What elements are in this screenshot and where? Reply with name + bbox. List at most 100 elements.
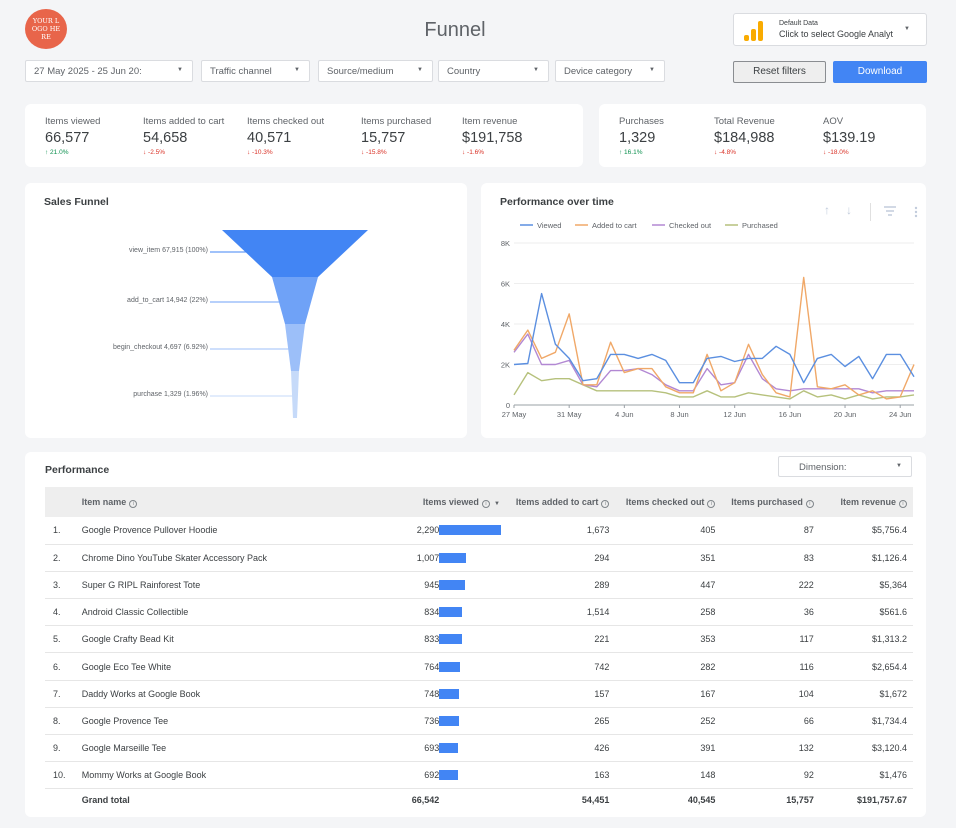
items-viewed-cell: 834 (363, 598, 510, 627)
items-purchased-cell: 116 (721, 652, 820, 681)
column-header-items-checked-out[interactable]: Items checked out i (615, 487, 722, 517)
row-index: 4. (45, 598, 82, 627)
grand-total-revenue: $191,757.67 (856, 795, 907, 806)
dimension-selector[interactable]: Dimension: ▼ (778, 456, 912, 477)
items-viewed-bar (438, 607, 462, 618)
date-range-filter[interactable]: 27 May 2025 - 25 Jun 20: ▼ (25, 60, 193, 82)
info-icon[interactable]: i (899, 499, 907, 508)
items-added-to-cart-cell: 742 (509, 652, 616, 681)
column-header-items-viewed[interactable]: Items viewed i ▼ (363, 487, 510, 517)
kpi-label: Total Revenue (714, 116, 775, 127)
item-revenue-cell: $3,120.4 (819, 734, 913, 763)
y-tick-label: 6K (501, 280, 510, 289)
items-purchased-cell: 66 (721, 707, 820, 736)
funnel-stage-label: begin_checkout 4,697 (6.92%) (113, 344, 208, 351)
items-purchased-cell: 104 (721, 680, 820, 708)
items-viewed-cell: 693 (363, 734, 510, 763)
table-row[interactable]: 1. Google Provence Pullover Hoodie 2,290 1… (45, 517, 913, 545)
funnel-segment[interactable] (285, 324, 305, 371)
device-category-filter[interactable]: Device category ▼ (555, 60, 665, 82)
y-tick-label: 2K (501, 361, 510, 370)
items-purchased-cell: 83 (721, 544, 820, 572)
items-added-to-cart-cell: 1,673 (509, 517, 616, 545)
items-viewed-bar (438, 661, 460, 672)
kpi-label: Items viewed (45, 116, 101, 127)
google-analytics-icon (744, 21, 764, 41)
info-icon[interactable]: i (601, 499, 610, 508)
grand-total-purchased: 15,757 (786, 795, 814, 806)
item-revenue-cell: $1,672 (819, 680, 913, 708)
legend-entry: Added to cart (592, 221, 638, 230)
caret-down-icon: ▼ (417, 67, 423, 73)
table-row[interactable]: 8. Google Provence Tee 736 265 252 66 $1,734.… (45, 707, 913, 736)
table-row[interactable]: 2. Chrome Dino YouTube Skater Accessory P… (45, 544, 913, 572)
funnel-segment[interactable] (291, 371, 299, 418)
device-category-label: Device category (564, 66, 633, 77)
table-row[interactable]: 4. Android Classic Collectible 834 1,514 25… (45, 598, 913, 627)
funnel-stage-label: purchase 1,329 (1.96%) (133, 391, 208, 398)
info-icon[interactable]: i (481, 499, 490, 508)
info-icon[interactable]: i (129, 499, 138, 508)
column-header-item-revenue[interactable]: Item revenue i (819, 487, 913, 517)
data-source-hint: Click to select Google Analyt (779, 29, 894, 39)
items-added-to-cart-cell: 289 (509, 571, 616, 600)
items-added-to-cart-cell: 163 (509, 761, 616, 790)
kpi-value: 15,757 (361, 130, 406, 146)
info-icon[interactable]: i (805, 499, 814, 508)
grand-total-checkout: 40,545 (687, 795, 716, 806)
kpi-change: ↓ -2.5% (143, 149, 166, 156)
grand-total-viewed: 66,542 (411, 795, 440, 806)
items-viewed-value: 692 (424, 770, 440, 781)
legend-entry: Viewed (537, 221, 561, 230)
items-checked-out-cell: 148 (615, 761, 722, 790)
x-tick-label: 27 May (502, 410, 527, 419)
kpi-change: ↑ 21.0% (45, 149, 69, 156)
table-row[interactable]: 6. Google Eco Tee White 764 742 282 116 $2,65… (45, 652, 913, 681)
source-medium-filter[interactable]: Source/medium ▼ (318, 60, 433, 82)
items-viewed-value: 693 (424, 743, 440, 754)
kpi-change: ↓ -15.8% (361, 149, 387, 156)
traffic-channel-label: Traffic channel (210, 66, 272, 77)
country-label: Country (447, 66, 481, 77)
items-viewed-value: 834 (424, 607, 440, 618)
performance-over-time-card: Performance over time ↑ ↓ Viewed Added to… (481, 183, 926, 438)
items-viewed-bar (438, 743, 458, 754)
row-index: 3. (45, 571, 82, 600)
table-row[interactable]: 5. Google Crafty Bead Kit 833 221 353 117 $1,… (45, 625, 913, 654)
series-line-checked-out[interactable] (513, 333, 914, 394)
items-viewed-value: 764 (424, 661, 440, 672)
items-viewed-bar (438, 688, 459, 699)
row-index: 7. (45, 680, 82, 708)
legend-entry: Purchased (742, 221, 778, 230)
column-header-items-added-to-cart[interactable]: Items added to cart i (509, 487, 616, 517)
data-source-selector[interactable]: Default Data Click to select Google Anal… (733, 13, 927, 46)
download-button[interactable]: Download (833, 61, 927, 83)
table-row[interactable]: 9. Google Marseille Tee 693 426 391 132 $3,12… (45, 734, 913, 763)
kpi-value: 54,658 (143, 130, 188, 146)
sort-desc-icon[interactable]: ▼ (494, 501, 500, 507)
caret-down-icon: ▼ (896, 463, 902, 469)
item-revenue-cell: $2,654.4 (819, 652, 913, 681)
items-checked-out-cell: 405 (615, 517, 722, 545)
funnel-segment[interactable] (272, 277, 318, 324)
items-viewed-cell: 945 (363, 571, 510, 600)
funnel-stage-label: view_item 67,915 (100%) (129, 247, 208, 254)
items-purchased-cell: 92 (721, 761, 820, 790)
funnel-stage-label: add_to_cart 14,942 (22%) (127, 297, 208, 304)
items-viewed-cell: 833 (363, 625, 510, 654)
table-row[interactable]: 7. Daddy Works at Google Book 748 157 167 10… (45, 680, 913, 708)
column-header-item-name[interactable]: Item name i (81, 487, 364, 517)
items-added-to-cart-cell: 221 (509, 625, 616, 654)
table-row[interactable]: 3. Super G RIPL Rainforest Tote 945 289 447… (45, 571, 913, 600)
kpi-card-purchases: Purchases 1,329 ↑ 16.1% Total Revenue $1… (599, 104, 926, 167)
funnel-chart (210, 230, 368, 418)
info-icon[interactable]: i (707, 499, 716, 508)
traffic-channel-filter[interactable]: Traffic channel ▼ (201, 60, 310, 82)
reset-filters-button[interactable]: Reset filters (733, 61, 826, 83)
items-checked-out-cell: 282 (615, 652, 722, 681)
column-header-items-purchased[interactable]: Items purchased i (721, 487, 820, 517)
table-row[interactable]: 10. Mommy Works at Google Book 692 163 148 9… (45, 761, 913, 790)
country-filter[interactable]: Country ▼ (438, 60, 549, 82)
item-revenue-cell: $5,756.4 (819, 517, 913, 545)
funnel-segment[interactable] (222, 230, 368, 277)
